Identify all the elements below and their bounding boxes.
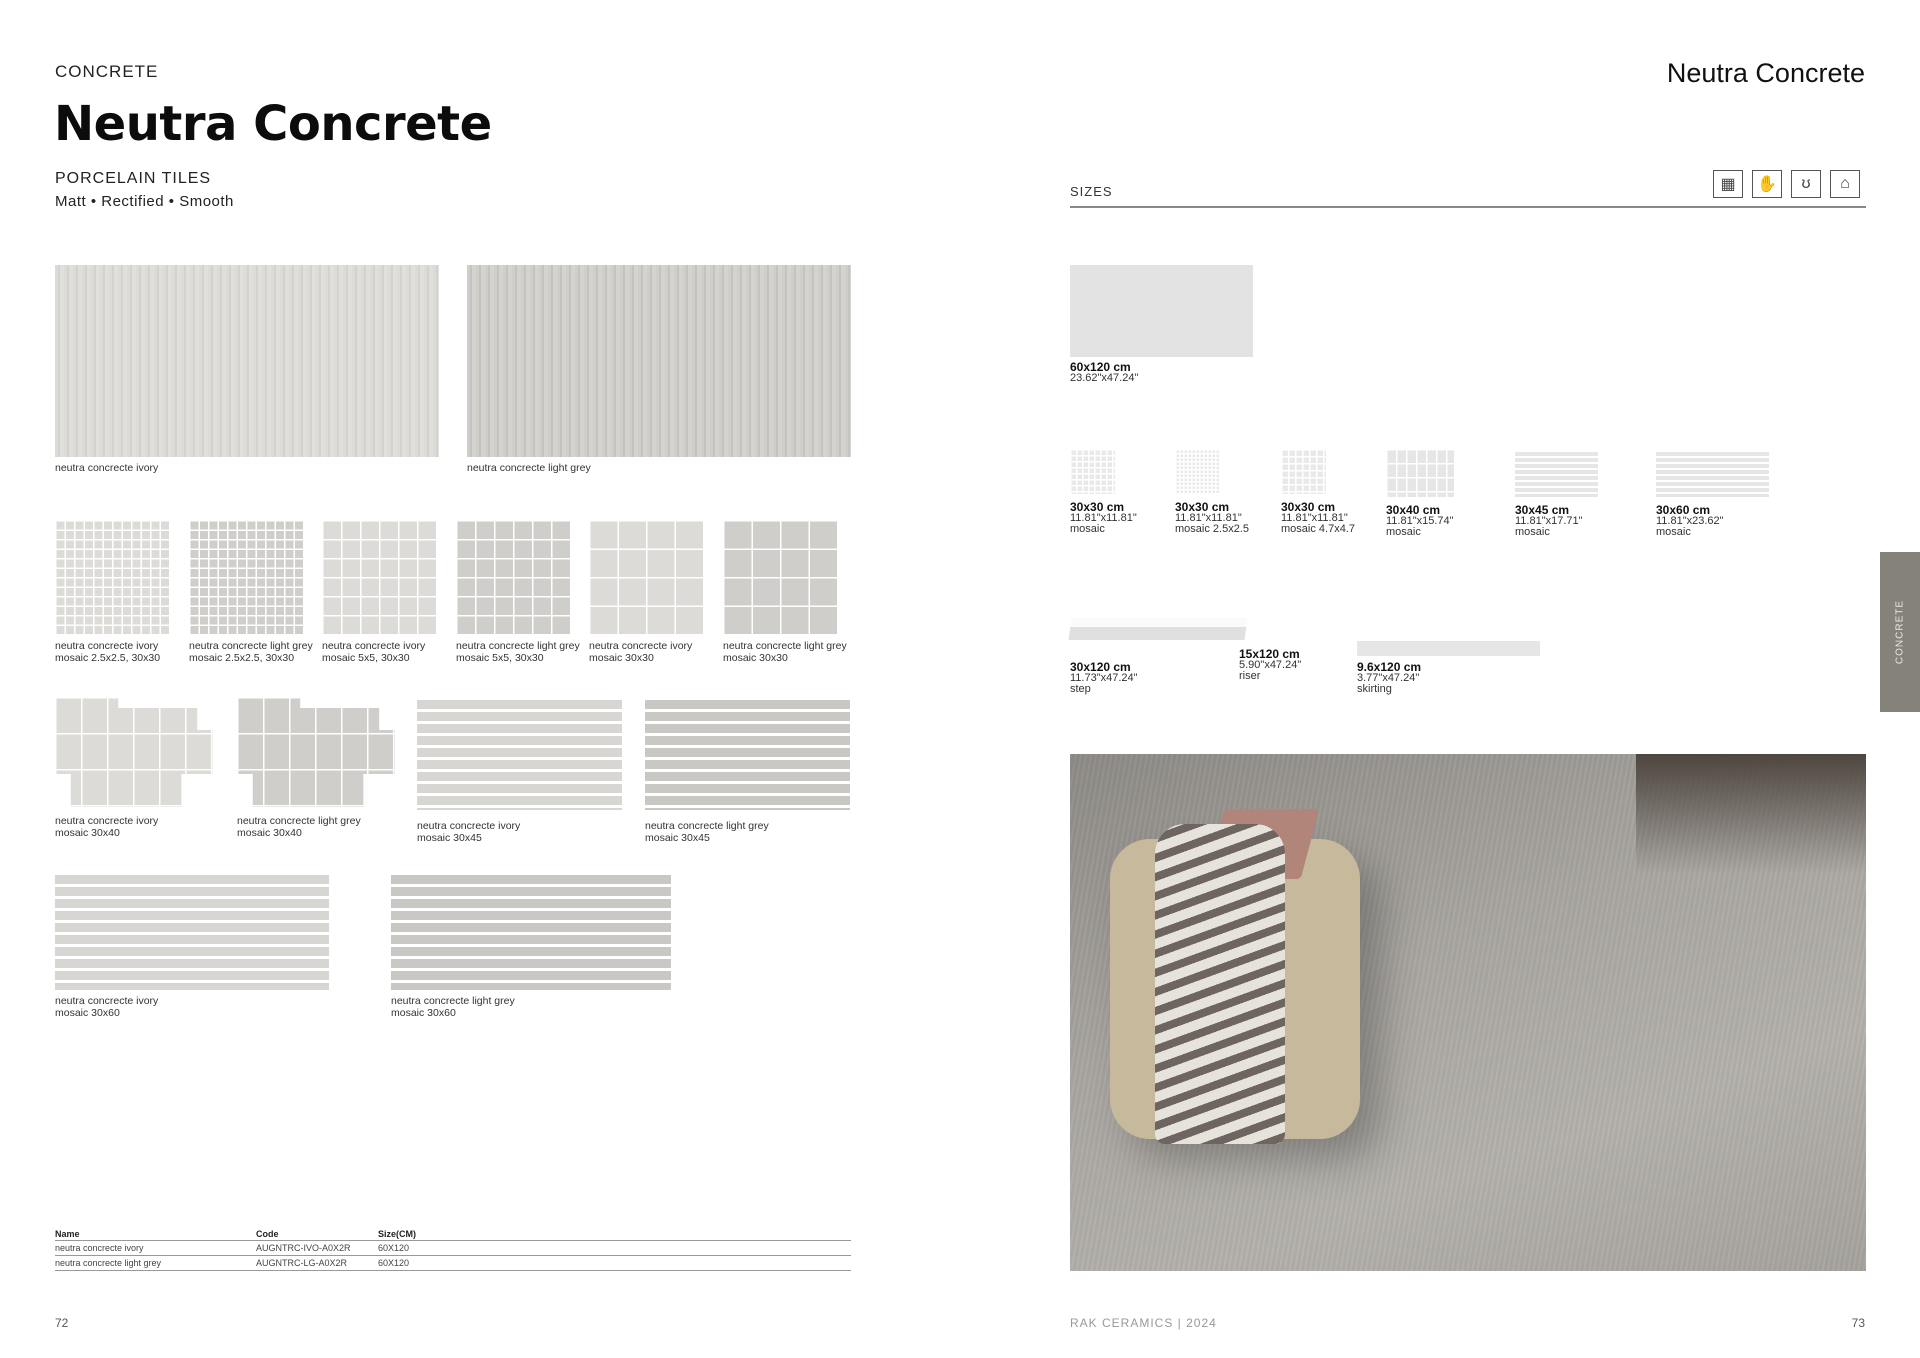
tile-swatch-light-grey (467, 265, 851, 457)
mosaic-caption: neutra concrecte ivory mosaic 5x5, 30x30 (322, 640, 426, 664)
mosaic-caption: neutra concrecte ivory mosaic 30x45 (417, 820, 521, 844)
table-header: Code (256, 1229, 279, 1239)
size-caption: 15x120 cm 5.90"x47.24" riser (1239, 647, 1302, 682)
page-title: Neutra Concrete (54, 96, 492, 152)
size-swatch (1515, 452, 1598, 497)
spec-table: Name Code Size(CM) neutra concrecte ivor… (55, 1228, 851, 1271)
size-caption: 30x45 cm 11.81"x17.71" mosaic (1515, 503, 1583, 538)
mosaic-caption: neutra concrecte light grey mosaic 30x30 (723, 640, 847, 664)
mosaic-caption: neutra concrecte ivory mosaic 30x40 (55, 815, 159, 839)
size-swatch (1656, 452, 1769, 497)
mosaic-swatch (589, 520, 703, 634)
section-tab[interactable]: CONCRETE (1880, 552, 1920, 712)
mosaic-swatch (723, 520, 837, 634)
mosaic-caption: neutra concrecte light grey mosaic 30x60 (391, 995, 515, 1019)
tile-swatch-ivory (55, 265, 439, 457)
finish-description: Matt • Rectified • Smooth (55, 193, 234, 210)
tile-caption: neutra concrecte light grey (467, 462, 591, 474)
page-number-right: 73 (1851, 1316, 1865, 1330)
page-number-left: 72 (55, 1316, 69, 1330)
size-swatch (1386, 449, 1454, 497)
header-title: Neutra Concrete (1666, 58, 1865, 88)
footprints-icon: ʊ (1791, 170, 1821, 198)
size-caption: 60x120 cm 23.62"x47.24" (1070, 360, 1139, 384)
size-caption: 30x120 cm 11.73"x47.24" step (1070, 660, 1138, 695)
mosaic-swatch (322, 520, 436, 634)
sizes-label: SIZES (1070, 184, 1113, 199)
mosaic-swatch (237, 697, 395, 807)
mosaic-caption: neutra concrecte ivory mosaic 30x60 (55, 995, 159, 1019)
skirting-swatch (1357, 641, 1540, 656)
size-swatch (1070, 449, 1115, 494)
size-caption: 30x40 cm 11.81"x15.74" mosaic (1386, 503, 1454, 538)
mosaic-swatch (456, 520, 570, 634)
divider (1070, 206, 1866, 208)
size-caption: 30x30 cm 11.81"x11.81" mosaic 4.7x4.7 (1281, 500, 1355, 535)
category-label: CONCRETE (55, 62, 159, 81)
hand-touch-icon: ✋ (1752, 170, 1782, 198)
home-icon: ⌂ (1830, 170, 1860, 198)
size-swatch (1281, 449, 1326, 494)
size-caption: 9.6x120 cm 3.77"x47.24" skirting (1357, 660, 1422, 695)
throw-blanket (1155, 824, 1285, 1144)
mosaic-swatch (55, 875, 329, 990)
size-swatch-60x120 (1070, 265, 1253, 357)
mosaic-caption: neutra concrecte ivory mosaic 30x30 (589, 640, 693, 664)
mosaic-caption: neutra concrecte light grey mosaic 30x40 (237, 815, 361, 839)
mosaic-caption: neutra concrecte light grey mosaic 2.5x2.… (189, 640, 313, 664)
feature-icons: ▦ ✋ ʊ ⌂ (1713, 170, 1860, 198)
step-swatch (1068, 618, 1248, 640)
mosaic-caption: neutra concrecte light grey mosaic 30x45 (645, 820, 769, 844)
product-type: PORCELAIN TILES (55, 170, 212, 187)
size-caption: 30x30 cm 11.81"x11.81" mosaic 2.5x2.5 (1175, 500, 1249, 535)
mosaic-caption: neutra concrecte ivory mosaic 2.5x2.5, 30… (55, 640, 161, 664)
table-row: neutra concrecte ivory AUGNTRC-IVO-A0X2R… (55, 1241, 851, 1256)
table-row: neutra concrecte light grey AUGNTRC-LG-A… (55, 1256, 851, 1271)
mosaic-swatch (55, 520, 169, 634)
table-header: Name (55, 1229, 80, 1239)
size-caption: 30x60 cm 11.81"x23.62" mosaic (1656, 503, 1724, 538)
curtain (1636, 754, 1866, 874)
size-caption: 30x30 cm 11.81"x11.81" mosaic (1070, 500, 1137, 535)
tile-caption: neutra concrecte ivory (55, 462, 159, 474)
table-header: Size(CM) (378, 1229, 416, 1239)
mosaic-swatch (55, 697, 213, 807)
room-ambience-photo (1070, 754, 1866, 1271)
mosaic-swatch (189, 520, 303, 634)
floor-wall-pattern-icon: ▦ (1713, 170, 1743, 198)
mosaic-caption: neutra concrecte light grey mosaic 5x5, 3… (456, 640, 580, 664)
mosaic-swatch (391, 875, 671, 990)
size-swatch (1175, 449, 1220, 494)
mosaic-swatch (645, 700, 850, 810)
footer-brand: RAK CERAMICS | 2024 (1070, 1316, 1217, 1330)
mosaic-swatch (417, 700, 622, 810)
